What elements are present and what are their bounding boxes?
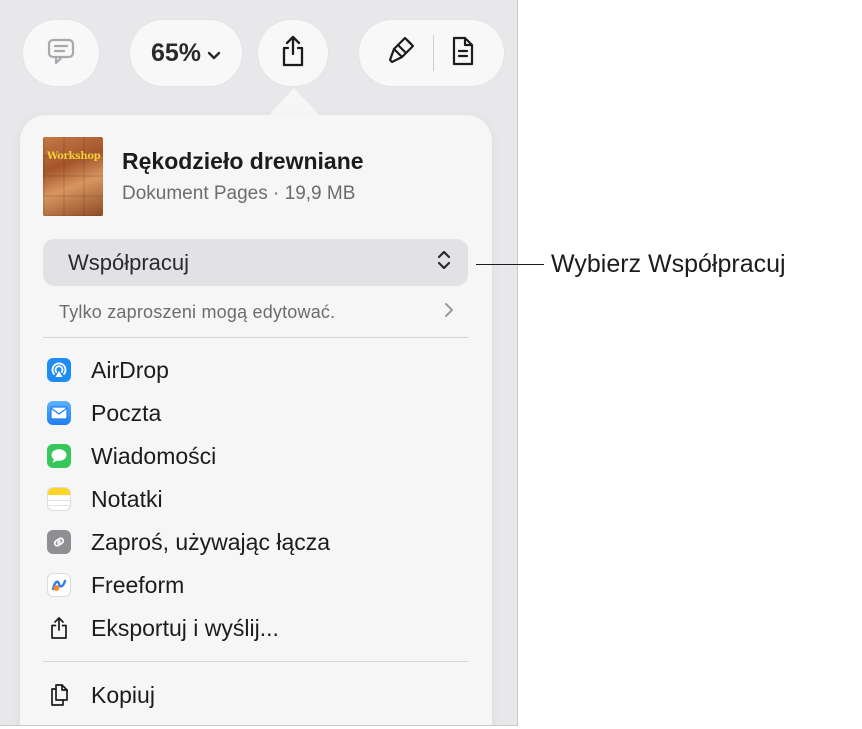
menu-item-label: Notatki — [91, 485, 163, 512]
menu-item-copy[interactable]: Kopiuj — [43, 675, 468, 715]
callout-text: Wybierz Współpracuj — [551, 250, 786, 278]
pages-app-window: 65% Workshop Rękodzieło drewniane Dokume… — [0, 0, 518, 726]
permission-row[interactable]: Tylko zaproszeni mogą edytować. — [43, 297, 468, 327]
document-icon[interactable] — [450, 35, 476, 72]
chevron-right-icon — [444, 302, 454, 323]
menu-item-mail[interactable]: Poczta — [43, 393, 468, 433]
chevron-down-icon — [207, 39, 221, 68]
share-popover: Workshop Rękodzieło drewniane Dokument P… — [20, 115, 492, 725]
paintbrush-icon[interactable] — [387, 34, 417, 73]
toolbar-separator — [433, 35, 434, 71]
speech-bubble-icon — [46, 36, 76, 71]
mail-icon — [45, 399, 73, 427]
notes-icon — [45, 485, 73, 513]
document-thumbnail: Workshop — [43, 137, 103, 216]
format-document-group — [359, 20, 504, 86]
menu-item-label: Eksportuj i wyślij... — [91, 614, 279, 641]
freeform-icon — [45, 571, 73, 599]
zoom-label: 65% — [150, 38, 202, 67]
share-button[interactable] — [258, 20, 328, 86]
permission-label: Tylko zaproszeni mogą edytować. — [59, 301, 336, 322]
airdrop-icon — [45, 356, 73, 384]
up-down-chevron-icon — [436, 249, 452, 276]
menu-item-invite-link[interactable]: Zaproś, używając łącza — [43, 522, 468, 562]
thumbnail-text: Workshop — [47, 151, 101, 162]
collaboration-mode-label: Współpracuj — [68, 249, 190, 275]
menu-item-notes[interactable]: Notatki — [43, 479, 468, 519]
share-icon — [278, 34, 308, 73]
menu-item-label: Wiadomości — [91, 442, 217, 469]
menu-item-messages[interactable]: Wiadomości — [43, 436, 468, 476]
divider — [43, 337, 468, 338]
menu-item-label: AirDrop — [91, 356, 169, 383]
callout-line — [476, 264, 544, 265]
menu-item-label: Kopiuj — [91, 681, 155, 708]
menu-item-label: Zaproś, używając łącza — [91, 528, 331, 555]
menu-item-airdrop[interactable]: AirDrop — [43, 350, 468, 390]
popover-pointer — [266, 88, 322, 118]
menu-item-freeform[interactable]: Freeform — [43, 565, 468, 605]
comment-button[interactable] — [23, 20, 99, 86]
zoom-button[interactable]: 65% — [130, 20, 242, 86]
menu-item-label: Poczta — [91, 399, 162, 426]
document-title: Rękodzieło drewniane — [122, 148, 364, 174]
copy-icon — [45, 681, 73, 709]
divider — [43, 661, 468, 662]
menu-item-label: Freeform — [91, 571, 185, 598]
export-icon — [45, 614, 73, 642]
messages-icon — [45, 442, 73, 470]
collaboration-mode-select[interactable]: Współpracuj — [43, 239, 468, 286]
document-meta: Dokument Pages · 19,9 MB — [122, 183, 356, 204]
link-icon — [45, 528, 73, 556]
menu-item-export-send[interactable]: Eksportuj i wyślij... — [43, 608, 468, 648]
